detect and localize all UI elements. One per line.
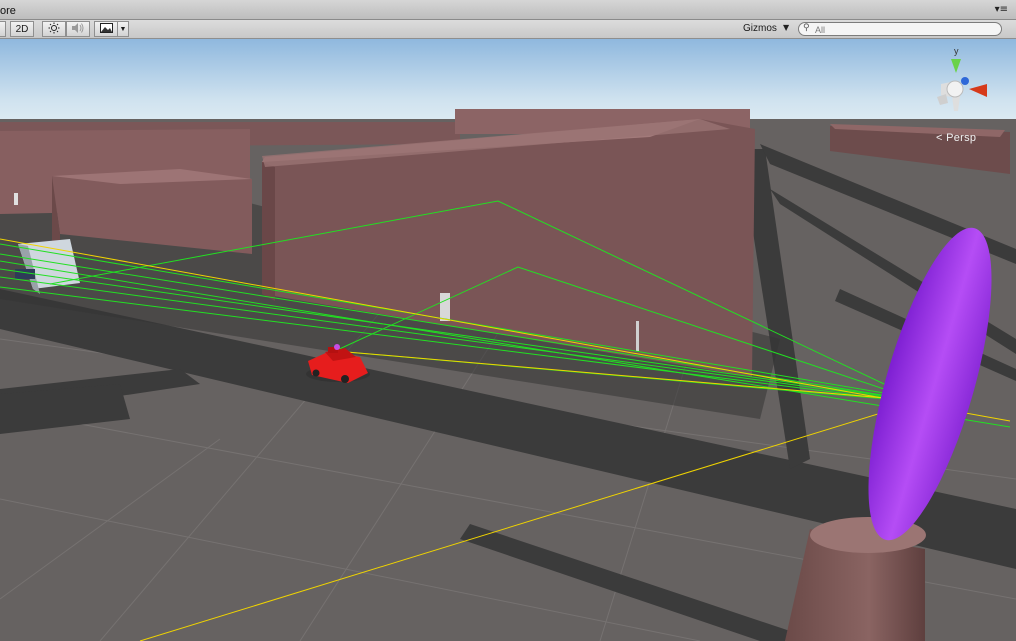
effects-toggle-button[interactable] — [94, 21, 118, 37]
pole — [440, 293, 450, 321]
gizmo-y-axis-label: y — [954, 46, 959, 56]
chevron-down-icon: ▼ — [119, 25, 127, 33]
pole — [14, 193, 18, 205]
image-icon — [99, 22, 113, 36]
window-title-bar: ore ▾≡ — [0, 0, 1016, 20]
gizmos-dropdown-icon[interactable]: ▼ — [783, 23, 789, 32]
projection-label[interactable]: < Persp — [936, 132, 976, 144]
speaker-icon — [71, 22, 85, 37]
gizmos-menu-button[interactable]: Gizmos — [743, 23, 777, 34]
search-icon: ⚲ — [803, 23, 810, 33]
render-mode-dropdown[interactable] — [0, 21, 6, 37]
mode-2d-button[interactable]: 2D — [10, 21, 34, 37]
lighting-toggle-button[interactable] — [42, 21, 66, 37]
window-title: ore — [0, 5, 16, 17]
search-input[interactable] — [815, 24, 995, 35]
pole — [636, 321, 639, 351]
sun-icon — [48, 22, 60, 37]
search-box: ⚲ — [798, 22, 1002, 36]
window-menu-icon[interactable]: ▾≡ — [995, 4, 1008, 15]
scene-view[interactable]: y < Persp — [0, 39, 1016, 641]
scene-viewport[interactable] — [0, 39, 1016, 641]
audio-toggle-button[interactable] — [66, 21, 90, 37]
effects-dropdown-button[interactable]: ▼ — [117, 21, 129, 37]
scene-toolbar: 2D ▼ Gizmos ▼ ⚲ — [0, 20, 1016, 39]
